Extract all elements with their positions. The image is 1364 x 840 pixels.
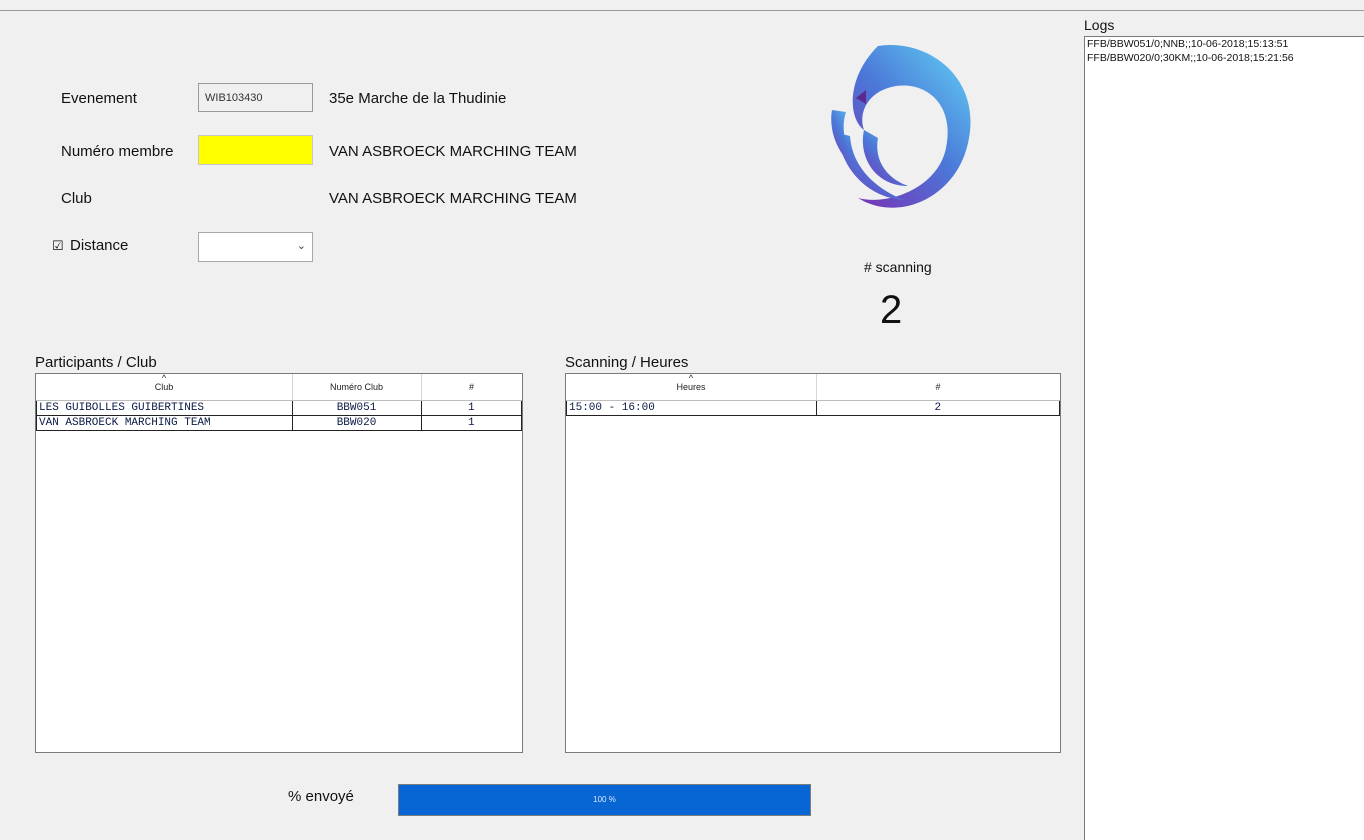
column-header-club[interactable]: ^ Club — [36, 373, 293, 401]
club-value: VAN ASBROECK MARCHING TEAM — [329, 190, 577, 207]
logs-list[interactable]: FFB/BBW051/0;NNB;;10-06-2018;15:13:51 FF… — [1084, 36, 1364, 840]
evenement-code-field[interactable]: WIB103430 — [198, 83, 313, 112]
column-header-count[interactable]: # — [816, 374, 1060, 401]
distance-checkbox[interactable]: ☑ — [52, 238, 64, 254]
scanning-label: # scanning — [864, 259, 932, 275]
cell-count: 1 — [420, 415, 522, 431]
cell-count: 2 — [815, 400, 1060, 416]
sent-percent-label: % envoyé — [288, 788, 354, 805]
participants-grid[interactable]: ^ Club Numéro Club # LES GUIBOLLES GUIBER… — [35, 373, 523, 753]
column-header-heures[interactable]: ^ Heures — [566, 373, 817, 401]
sent-progress-bar: 100 % — [398, 784, 811, 816]
logs-title: Logs — [1084, 17, 1115, 33]
table-row[interactable]: 15:00 - 16:00 2 — [566, 400, 1060, 416]
cell-numero: BBW051 — [291, 400, 422, 416]
sort-up-icon: ^ — [688, 373, 694, 383]
log-line: FFB/BBW020/0;30KM;;10-06-2018;15:21:56 — [1087, 52, 1294, 64]
cell-club: LES GUIBOLLES GUIBERTINES — [36, 400, 293, 416]
scanning-count: 2 — [880, 288, 903, 332]
cell-numero: BBW020 — [291, 415, 422, 431]
numero-membre-input[interactable] — [198, 135, 313, 165]
top-divider — [0, 10, 1364, 11]
table-row[interactable]: VAN ASBROECK MARCHING TEAM BBW020 1 — [36, 415, 522, 431]
table-row[interactable]: LES GUIBOLLES GUIBERTINES BBW051 1 — [36, 400, 522, 416]
distance-label: Distance — [70, 237, 129, 254]
club-label: Club — [61, 190, 92, 207]
chevron-down-icon: ⌄ — [296, 240, 306, 252]
cell-club: VAN ASBROECK MARCHING TEAM — [36, 415, 293, 431]
cell-heures: 15:00 - 16:00 — [566, 400, 817, 416]
distance-select[interactable]: ⌄ — [198, 232, 313, 262]
log-line: FFB/BBW051/0;NNB;;10-06-2018;15:13:51 — [1087, 38, 1289, 50]
participants-title: Participants / Club — [35, 354, 157, 371]
progress-text: 100 % — [593, 795, 616, 804]
scanning-heures-title: Scanning / Heures — [565, 354, 689, 371]
cell-count: 1 — [420, 400, 522, 416]
member-name: VAN ASBROECK MARCHING TEAM — [329, 143, 577, 160]
column-header-numero-club[interactable]: Numéro Club — [292, 374, 422, 401]
scanning-heures-grid[interactable]: ^ Heures # 15:00 - 16:00 2 — [565, 373, 1061, 753]
bird-logo-icon — [831, 44, 971, 208]
column-header-count[interactable]: # — [421, 374, 522, 401]
sort-up-icon: ^ — [161, 373, 167, 383]
evenement-label: Evenement — [61, 90, 137, 107]
evenement-name: 35e Marche de la Thudinie — [329, 90, 507, 107]
numero-membre-label: Numéro membre — [61, 143, 174, 160]
